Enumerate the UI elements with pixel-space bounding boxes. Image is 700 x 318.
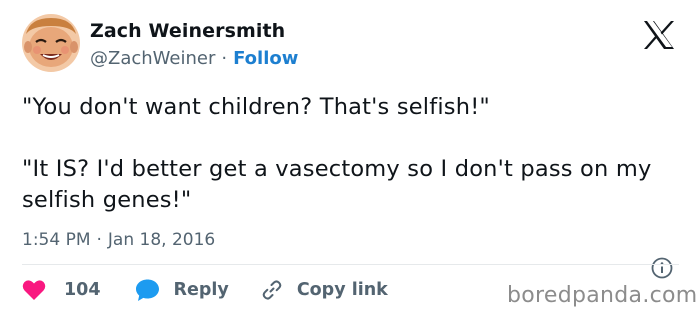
follow-button[interactable]: Follow: [233, 48, 298, 69]
x-logo-icon[interactable]: [643, 20, 675, 50]
copy-link-label: Copy link: [296, 280, 388, 300]
cartoon-face-avatar-icon: [22, 14, 80, 72]
copy-link-button[interactable]: Copy link: [261, 279, 388, 301]
tweet-text: "You don't want children? That's selfish…: [22, 92, 682, 216]
action-bar: 104 Reply Copy link: [22, 276, 388, 304]
author-avatar[interactable]: [22, 14, 80, 72]
watermark: boredpanda.com: [507, 283, 698, 308]
like-button[interactable]: 104: [22, 279, 101, 301]
tweet-card: Zach Weinersmith @ZachWeiner · Follow "Y…: [0, 0, 700, 318]
info-icon[interactable]: [651, 257, 673, 279]
author-handle[interactable]: @ZachWeiner: [90, 48, 215, 69]
tweet-date: Jan 18, 2016: [107, 230, 216, 250]
author-handle-line: @ZachWeiner · Follow: [90, 48, 298, 69]
link-icon: [262, 280, 282, 300]
heart-icon: [22, 280, 46, 300]
tweet-line-1: "You don't want children? That's selfish…: [22, 94, 490, 120]
tweet-timestamp[interactable]: 1:54 PM · Jan 18, 2016: [22, 230, 215, 250]
separator: ·: [96, 230, 102, 250]
author-display-name[interactable]: Zach Weinersmith: [90, 20, 285, 42]
separator: ·: [221, 48, 228, 69]
reply-label: Reply: [173, 280, 229, 300]
tweet-time: 1:54 PM: [22, 230, 91, 250]
tweet-line-2: "It IS? I'd better get a vasectomy so I …: [22, 156, 652, 213]
reply-button[interactable]: Reply: [135, 278, 229, 302]
like-count: 104: [64, 280, 101, 300]
speech-bubble-icon: [135, 279, 159, 301]
divider: [22, 264, 679, 265]
